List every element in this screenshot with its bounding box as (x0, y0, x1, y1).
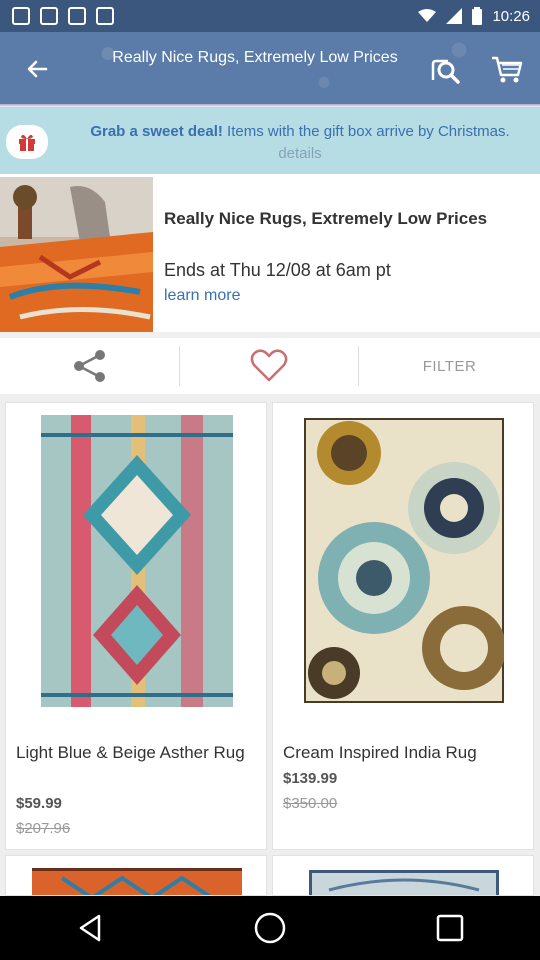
nav-home-button[interactable] (240, 898, 300, 958)
system-nav-bar (0, 896, 540, 960)
event-title: Really Nice Rugs, Extremely Low Prices (164, 209, 488, 228)
gift-icon (19, 134, 35, 151)
product-card[interactable]: Cream Inspired India Rug $139.99 $350.00 (272, 402, 534, 850)
share-button[interactable] (0, 338, 179, 394)
promo-bold-text: Grab a sweet deal! (90, 123, 223, 140)
nav-recents-button[interactable] (420, 898, 480, 958)
product-price: $139.99 (283, 770, 338, 787)
cart-icon[interactable] (490, 52, 524, 86)
product-image[interactable] (32, 868, 242, 895)
notification-icon (12, 7, 30, 25)
signal-icon (446, 8, 463, 24)
gift-badge (6, 125, 48, 159)
favorite-button[interactable] (180, 338, 358, 394)
nav-home-icon (254, 912, 286, 944)
product-card[interactable] (5, 855, 267, 896)
product-name: Cream Inspired India Rug (283, 743, 477, 762)
product-card[interactable] (272, 855, 534, 896)
app-header: Really Nice Rugs, Extremely Low Prices (0, 32, 540, 104)
product-name: Light Blue & Beige Asther Rug (16, 743, 245, 762)
nav-back-icon (79, 914, 101, 942)
nav-recents-icon (436, 914, 464, 942)
product-card[interactable]: Light Blue & Beige Asther Rug $59.99 $20… (5, 402, 267, 850)
status-bar: 10:26 (0, 0, 540, 32)
notification-icon (96, 7, 114, 25)
promo-text: Grab a sweet deal! Items with the gift b… (70, 121, 530, 165)
notification-icon (40, 7, 58, 25)
product-original-price: $350.00 (283, 795, 338, 812)
event-thumbnail[interactable] (0, 177, 153, 332)
nav-back-button[interactable] (60, 898, 120, 958)
page-title: Really Nice Rugs, Extremely Low Prices (112, 49, 398, 66)
filter-label: FILTER (422, 357, 477, 375)
notification-icon (68, 7, 86, 25)
product-price: $59.99 (16, 795, 62, 812)
learn-more-link[interactable]: learn more (164, 287, 240, 305)
share-icon (73, 350, 105, 382)
back-arrow-icon[interactable] (22, 54, 52, 84)
product-image[interactable] (41, 415, 233, 707)
product-image[interactable] (309, 870, 499, 895)
product-image[interactable] (304, 418, 504, 703)
promo-banner[interactable]: Grab a sweet deal! Items with the gift b… (0, 107, 540, 174)
event-end-time: Ends at Thu 12/08 at 6am pt (164, 260, 391, 280)
wifi-icon (418, 9, 437, 22)
battery-icon (472, 7, 483, 25)
promo-details-link[interactable]: details (278, 145, 321, 162)
status-time: 10:26 (492, 7, 530, 25)
action-bar: FILTER (0, 338, 540, 394)
product-original-price: $207.96 (16, 820, 71, 837)
promo-rest-text: Items with the gift box arrive by Christ… (222, 123, 510, 140)
notification-icons (12, 7, 114, 25)
heart-icon (250, 349, 288, 382)
event-card[interactable]: Really Nice Rugs, Extremely Low Prices E… (0, 174, 540, 332)
filter-button[interactable]: FILTER (359, 338, 540, 394)
search-icon[interactable] (428, 52, 462, 86)
